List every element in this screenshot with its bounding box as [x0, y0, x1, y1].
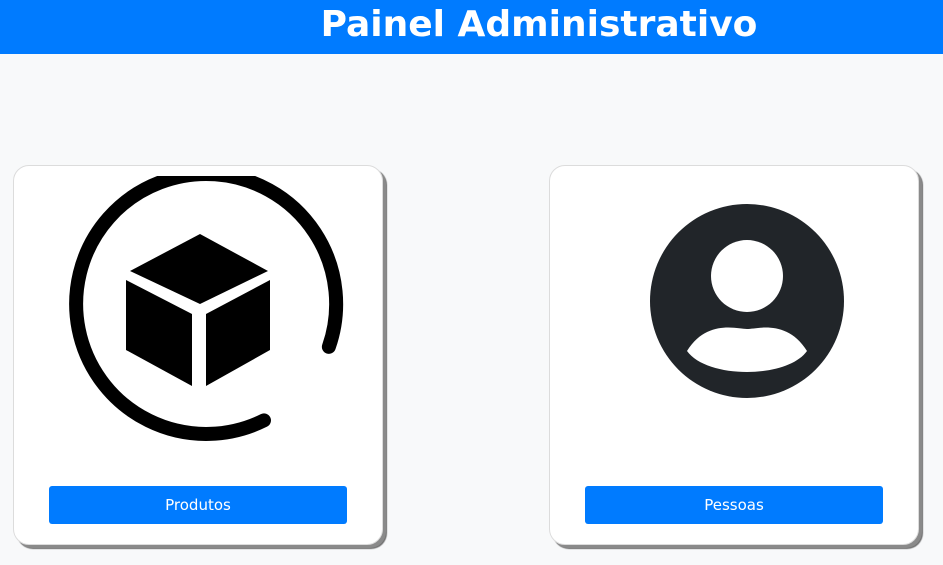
products-button[interactable]: Produtos	[49, 486, 347, 524]
box-circle-icon	[69, 176, 344, 441]
user-circle-icon	[650, 204, 844, 398]
products-card: Produtos	[13, 165, 383, 545]
people-card: Pessoas	[549, 165, 919, 545]
app-header: Painel Administrativo	[0, 0, 943, 54]
people-button[interactable]: Pessoas	[585, 486, 883, 524]
page-title: Painel Administrativo	[320, 4, 758, 45]
